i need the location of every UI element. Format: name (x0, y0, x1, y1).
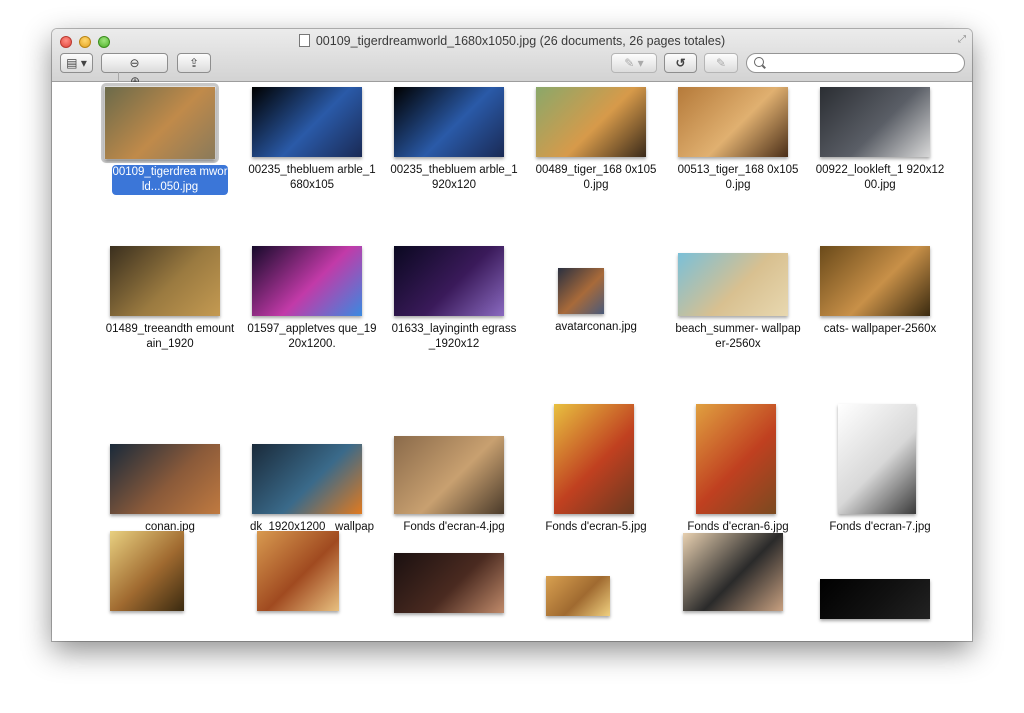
thumbnail-label: 00489_tiger_168 0x1050.jpg (535, 164, 657, 191)
fullscreen-icon[interactable]: ⤢ (958, 34, 966, 45)
thumbnail-label: 01597_appletves que_1920x1200. (247, 323, 377, 350)
thumbnail-image[interactable] (554, 404, 634, 514)
thumbnail-label: 00235_thebluem arble_1680x105 (248, 164, 376, 191)
rotate-icon: ↺ (675, 56, 686, 70)
search-input[interactable] (769, 55, 958, 73)
thumbnail-image[interactable] (820, 246, 930, 316)
thumbnail-label: avatarconan.jpg (555, 321, 637, 333)
thumbnail-image[interactable] (546, 576, 610, 616)
window-title-text: 00109_tigerdreamworld_1680x1050.jpg (26 … (315, 34, 726, 48)
annotate-button[interactable]: ✎ ▾ (611, 53, 657, 73)
sidebar-toggle-button[interactable]: ▤ ▾ (60, 53, 93, 73)
thumbnail-label: 00513_tiger_168 0x1050.jpg (677, 164, 799, 191)
thumbnail-image[interactable] (394, 436, 504, 514)
thumbnail-image[interactable] (838, 404, 916, 514)
thumbnail-image[interactable] (678, 87, 788, 157)
thumbnail-label: Fonds d'ecran-7.jpg (829, 521, 931, 533)
thumbnail-image[interactable] (678, 253, 788, 316)
zoom-segment: ⊖⊕ (101, 53, 168, 90)
thumbnail-label: 00109_tigerdrea mworld...050.jpg (112, 165, 228, 195)
thumbnail-image[interactable] (394, 87, 504, 157)
thumbnail-label: 00235_thebluem arble_1920x120 (390, 164, 518, 191)
search-field[interactable] (746, 53, 965, 73)
edit-icon: ✎ (715, 56, 727, 70)
thumbnail-label: Fonds d'ecran-5.jpg (545, 521, 647, 533)
thumbnail-image[interactable] (394, 553, 504, 613)
thumbnail-label: beach_summer- wallpaper-2560x (675, 323, 801, 350)
title-bar: 00109_tigerdreamworld_1680x1050.jpg (26 … (52, 29, 972, 90)
thumbnail-label: 01633_layinginth egrass_1920x12 (391, 323, 517, 350)
search-icon (754, 57, 764, 67)
zoom-out-button[interactable]: ⊖ (118, 54, 151, 72)
thumbnail-label: cats- wallpaper-2560x (823, 323, 937, 335)
edit-button[interactable]: ✎ (704, 53, 738, 73)
thumbnail-image[interactable] (257, 531, 339, 611)
share-button[interactable]: ⇪ (177, 53, 211, 73)
thumbnail-label: 01489_treeandth emountain_1920 (105, 323, 235, 350)
thumbnail-image[interactable] (558, 268, 604, 314)
thumbnail-grid: 00109_tigerdrea mworld...050.jpg 00235_th… (52, 82, 972, 641)
rotate-button[interactable]: ↺ (664, 53, 697, 73)
pencil-icon: ✎ ▾ (624, 56, 644, 70)
document-icon (298, 34, 310, 47)
thumbnail-image[interactable] (820, 579, 930, 619)
thumbnail-image[interactable] (683, 533, 783, 611)
thumbnail-image[interactable] (252, 246, 362, 316)
thumbnail-image[interactable] (110, 246, 220, 316)
thumbnail-image[interactable] (252, 444, 362, 514)
thumbnail-image[interactable] (696, 404, 776, 514)
thumbnail-label: 00922_lookleft_1 920x1200.jpg (815, 164, 945, 191)
thumbnail-image[interactable] (110, 444, 220, 514)
thumbnail-image[interactable] (536, 87, 646, 157)
thumbnail-image[interactable] (394, 246, 504, 316)
thumbnail-image[interactable] (820, 87, 930, 157)
thumbnail-image[interactable] (105, 87, 215, 159)
thumbnail-label: Fonds d'ecran-4.jpg (403, 521, 505, 533)
thumbnail-image[interactable] (252, 87, 362, 157)
thumbnail-image[interactable] (110, 531, 184, 611)
preview-window: 00109_tigerdreamworld_1680x1050.jpg (26 … (52, 29, 972, 641)
window-title: 00109_tigerdreamworld_1680x1050.jpg (26 … (52, 34, 972, 48)
